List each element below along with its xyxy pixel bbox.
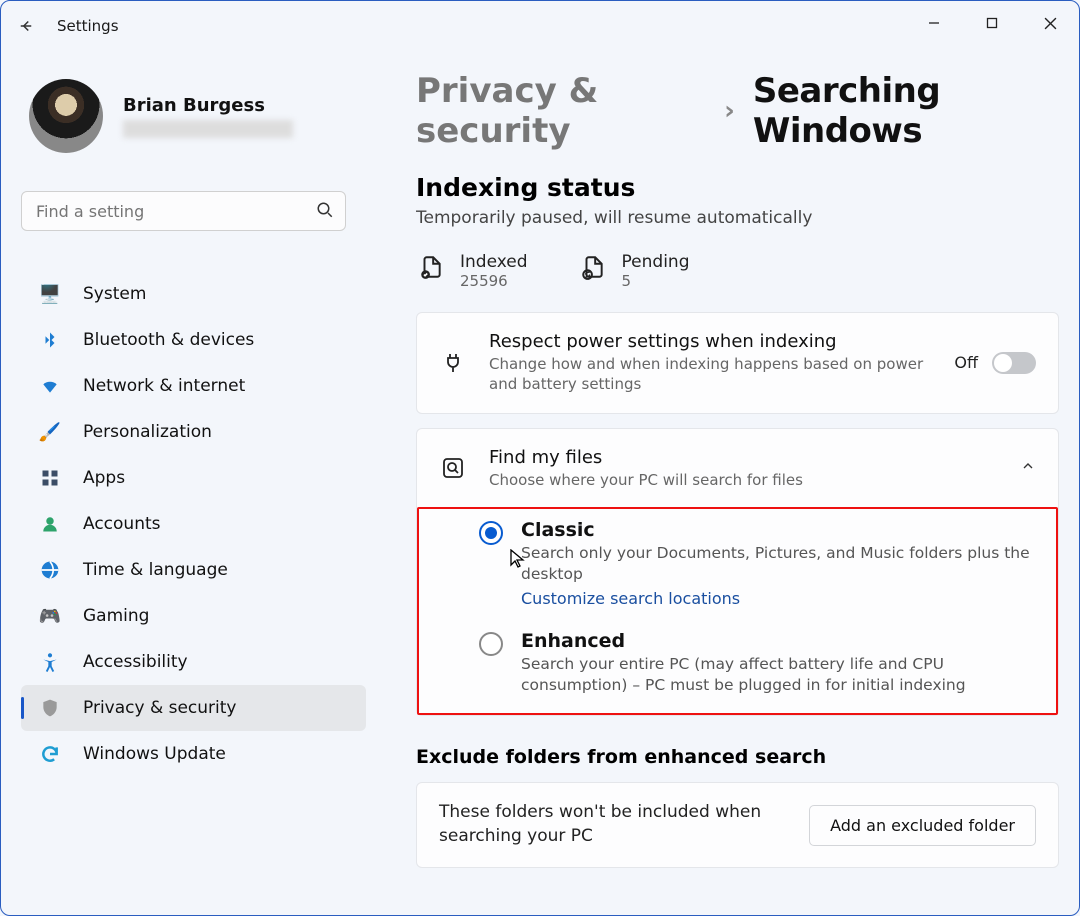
find-my-files-header[interactable]: Find my files Choose where your PC will … xyxy=(417,429,1058,508)
search-file-icon xyxy=(439,454,467,482)
indexing-stats: Indexed 25596 Pending 5 xyxy=(416,252,1059,290)
sidebar-item-privacy[interactable]: Privacy & security xyxy=(21,685,366,731)
sidebar-item-label: Gaming xyxy=(83,606,149,626)
radio-classic[interactable]: Classic Search only your Documents, Pict… xyxy=(479,519,1042,608)
sidebar-item-label: System xyxy=(83,284,146,304)
find-my-files-card: Find my files Choose where your PC will … xyxy=(416,428,1059,717)
plug-icon xyxy=(439,349,467,377)
pending-label: Pending xyxy=(622,252,690,272)
avatar xyxy=(29,79,103,153)
sidebar-item-label: Apps xyxy=(83,468,125,488)
sidebar-item-label: Accessibility xyxy=(83,652,188,672)
sidebar-item-accounts[interactable]: Accounts xyxy=(21,501,366,547)
sidebar-item-label: Time & language xyxy=(83,560,228,580)
nav-list: 🖥️ System Bluetooth & devices Network & i… xyxy=(21,271,366,777)
sidebar-item-label: Accounts xyxy=(83,514,161,534)
power-toggle-state: Off xyxy=(954,353,978,372)
radio-enhanced[interactable]: Enhanced Search your entire PC (may affe… xyxy=(479,630,1042,696)
chevron-right-icon: › xyxy=(724,96,735,126)
sidebar-item-bluetooth[interactable]: Bluetooth & devices xyxy=(21,317,366,363)
radio-classic-sub: Search only your Documents, Pictures, an… xyxy=(521,543,1042,585)
shield-icon xyxy=(39,697,61,719)
monitor-icon: 🖥️ xyxy=(39,283,61,305)
breadcrumb-root[interactable]: Privacy & security xyxy=(416,71,706,151)
wifi-icon xyxy=(39,375,61,397)
person-icon xyxy=(39,513,61,535)
sidebar-item-label: Personalization xyxy=(83,422,212,442)
sidebar-item-label: Bluetooth & devices xyxy=(83,330,254,350)
user-email xyxy=(123,120,293,138)
radio-enhanced-sub: Search your entire PC (may affect batter… xyxy=(521,654,1042,696)
minimize-button[interactable] xyxy=(905,1,963,45)
indexing-subtitle: Temporarily paused, will resume automati… xyxy=(416,208,1059,228)
find-card-title: Find my files xyxy=(489,447,998,468)
file-check-icon xyxy=(416,252,446,282)
exclude-text: These folders won't be included when sea… xyxy=(439,801,787,849)
radio-enhanced-input[interactable] xyxy=(479,632,503,656)
search-icon xyxy=(316,201,334,223)
exclude-heading: Exclude folders from enhanced search xyxy=(416,746,1059,768)
sidebar-item-system[interactable]: 🖥️ System xyxy=(21,271,366,317)
globe-icon xyxy=(39,559,61,581)
breadcrumb: Privacy & security › Searching Windows xyxy=(416,71,1059,151)
customize-search-link[interactable]: Customize search locations xyxy=(521,589,740,608)
bluetooth-icon xyxy=(39,329,61,351)
window-title: Settings xyxy=(57,17,119,35)
sidebar-item-label: Privacy & security xyxy=(83,698,237,718)
sidebar-item-label: Windows Update xyxy=(83,744,226,764)
breadcrumb-leaf: Searching Windows xyxy=(753,71,1059,151)
back-button[interactable] xyxy=(1,1,51,51)
apps-icon xyxy=(39,467,61,489)
sidebar-item-label: Network & internet xyxy=(83,376,245,396)
sidebar-item-accessibility[interactable]: Accessibility xyxy=(21,639,366,685)
paintbrush-icon: 🖌️ xyxy=(39,421,61,443)
sidebar-item-time-language[interactable]: Time & language xyxy=(21,547,366,593)
sidebar-item-apps[interactable]: Apps xyxy=(21,455,366,501)
pending-value: 5 xyxy=(622,272,690,290)
gamepad-icon: 🎮 xyxy=(39,605,61,627)
sidebar-item-gaming[interactable]: 🎮 Gaming xyxy=(21,593,366,639)
indexed-value: 25596 xyxy=(460,272,528,290)
sidebar-item-personalization[interactable]: 🖌️ Personalization xyxy=(21,409,366,455)
find-card-sub: Choose where your PC will search for fil… xyxy=(489,470,998,490)
radio-classic-title: Classic xyxy=(521,519,1042,541)
power-card-sub: Change how and when indexing happens bas… xyxy=(489,354,932,395)
search-input[interactable] xyxy=(21,191,346,231)
radio-classic-input[interactable] xyxy=(479,521,503,545)
search-input-wrap xyxy=(21,191,346,231)
power-toggle[interactable] xyxy=(992,352,1036,374)
accessibility-icon xyxy=(39,651,61,673)
indexing-heading: Indexing status xyxy=(416,173,1059,202)
power-card-title: Respect power settings when indexing xyxy=(489,331,932,352)
exclude-card: These folders won't be included when sea… xyxy=(416,782,1059,868)
power-settings-card[interactable]: Respect power settings when indexing Cha… xyxy=(416,312,1059,414)
sidebar-item-windows-update[interactable]: Windows Update xyxy=(21,731,366,777)
radio-enhanced-title: Enhanced xyxy=(521,630,1042,652)
user-name: Brian Burgess xyxy=(123,95,293,116)
user-profile[interactable]: Brian Burgess xyxy=(21,71,366,161)
indexed-label: Indexed xyxy=(460,252,528,272)
sidebar-item-network[interactable]: Network & internet xyxy=(21,363,366,409)
close-button[interactable] xyxy=(1021,1,1079,45)
add-excluded-folder-button[interactable]: Add an excluded folder xyxy=(809,805,1036,846)
update-icon xyxy=(39,743,61,765)
chevron-up-icon xyxy=(1020,458,1036,478)
file-sync-icon xyxy=(578,252,608,282)
maximize-button[interactable] xyxy=(963,1,1021,45)
find-options-highlight: Classic Search only your Documents, Pict… xyxy=(417,507,1058,716)
